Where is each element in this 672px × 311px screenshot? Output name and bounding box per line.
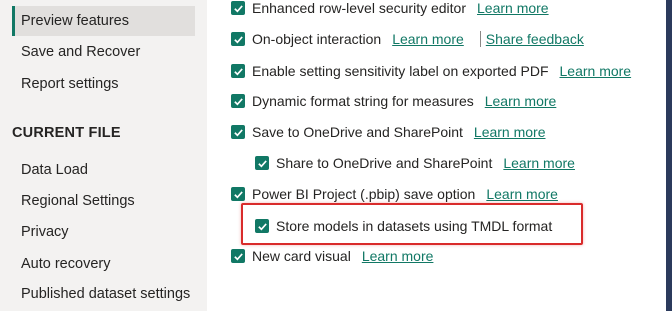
- feature-row-dynamic-format-string: Dynamic format string for measures Learn…: [231, 90, 556, 112]
- feature-checkbox-pbip-save-option[interactable]: [231, 187, 245, 201]
- learn-more-link[interactable]: Learn more: [392, 31, 464, 47]
- feature-label: Enhanced row-level security editor: [252, 0, 466, 16]
- feature-checkbox-share-to-onedrive[interactable]: [255, 156, 269, 170]
- feature-row-on-object-interaction: On-object interaction Learn more Share f…: [231, 28, 584, 50]
- learn-more-link[interactable]: Learn more: [477, 0, 549, 16]
- link-separator: [479, 31, 481, 47]
- feature-row-new-card-visual: New card visual Learn more: [231, 245, 433, 267]
- feature-checkbox-new-card-visual[interactable]: [231, 249, 245, 263]
- options-sidebar: Preview features Save and Recover Report…: [0, 0, 207, 311]
- checkmark-icon: [233, 35, 243, 43]
- feature-label: Dynamic format string for measures: [252, 93, 474, 109]
- feature-checkbox-tmdl-format[interactable]: [255, 219, 269, 233]
- feature-row-rls-editor: Enhanced row-level security editor Learn…: [231, 0, 549, 19]
- learn-more-link[interactable]: Learn more: [503, 155, 575, 171]
- feature-row-tmdl-format: Store models in datasets using TMDL form…: [255, 215, 552, 237]
- learn-more-link[interactable]: Learn more: [486, 186, 558, 202]
- feature-label: Share to OneDrive and SharePoint: [276, 155, 493, 171]
- scrollbar[interactable]: [666, 0, 672, 311]
- sidebar-item-report-settings[interactable]: Report settings: [12, 69, 195, 99]
- feature-checkbox-dynamic-format-string[interactable]: [231, 94, 245, 108]
- checkmark-icon: [233, 97, 243, 105]
- feature-checkbox-save-to-onedrive[interactable]: [231, 125, 245, 139]
- sidebar-item-regional-settings[interactable]: Regional Settings: [12, 186, 195, 216]
- feature-label: Power BI Project (.pbip) save option: [252, 186, 476, 202]
- feature-row-save-to-onedrive: Save to OneDrive and SharePoint Learn mo…: [231, 121, 546, 143]
- checkmark-icon: [233, 190, 243, 198]
- current-file-heading: CURRENT FILE: [12, 125, 121, 141]
- feature-label: Store models in datasets using TMDL form…: [276, 218, 553, 234]
- checkmark-icon: [257, 159, 267, 167]
- checkmark-icon: [257, 222, 267, 230]
- sidebar-item-data-load[interactable]: Data Load: [12, 155, 195, 185]
- learn-more-link[interactable]: Learn more: [362, 248, 434, 264]
- feature-label: On-object interaction: [252, 31, 382, 47]
- sidebar-item-preview-features[interactable]: Preview features: [12, 6, 195, 36]
- feature-row-pbip-save-option: Power BI Project (.pbip) save option Lea…: [231, 183, 558, 205]
- learn-more-link[interactable]: Learn more: [474, 124, 546, 140]
- checkmark-icon: [233, 4, 243, 12]
- feature-row-share-to-onedrive: Share to OneDrive and SharePoint Learn m…: [255, 152, 575, 174]
- checkmark-icon: [233, 67, 243, 75]
- feature-checkbox-sensitivity-label-pdf[interactable]: [231, 64, 245, 78]
- learn-more-link[interactable]: Learn more: [560, 63, 632, 79]
- feature-row-sensitivity-label-pdf: Enable setting sensitivity label on expo…: [231, 60, 631, 82]
- share-feedback-link[interactable]: Share feedback: [486, 31, 584, 47]
- checkmark-icon: [233, 252, 243, 260]
- sidebar-item-published-dataset-settings[interactable]: Published dataset settings: [12, 279, 195, 309]
- sidebar-item-auto-recovery[interactable]: Auto recovery: [12, 249, 195, 279]
- sidebar-item-save-and-recover[interactable]: Save and Recover: [12, 37, 195, 67]
- feature-label: Save to OneDrive and SharePoint: [252, 124, 463, 140]
- feature-label: Enable setting sensitivity label on expo…: [252, 63, 549, 79]
- sidebar-item-privacy[interactable]: Privacy: [12, 217, 195, 247]
- feature-checkbox-on-object-interaction[interactable]: [231, 32, 245, 46]
- checkmark-icon: [233, 128, 243, 136]
- feature-label: New card visual: [252, 248, 351, 264]
- learn-more-link[interactable]: Learn more: [485, 93, 557, 109]
- feature-checkbox-rls-editor[interactable]: [231, 1, 245, 15]
